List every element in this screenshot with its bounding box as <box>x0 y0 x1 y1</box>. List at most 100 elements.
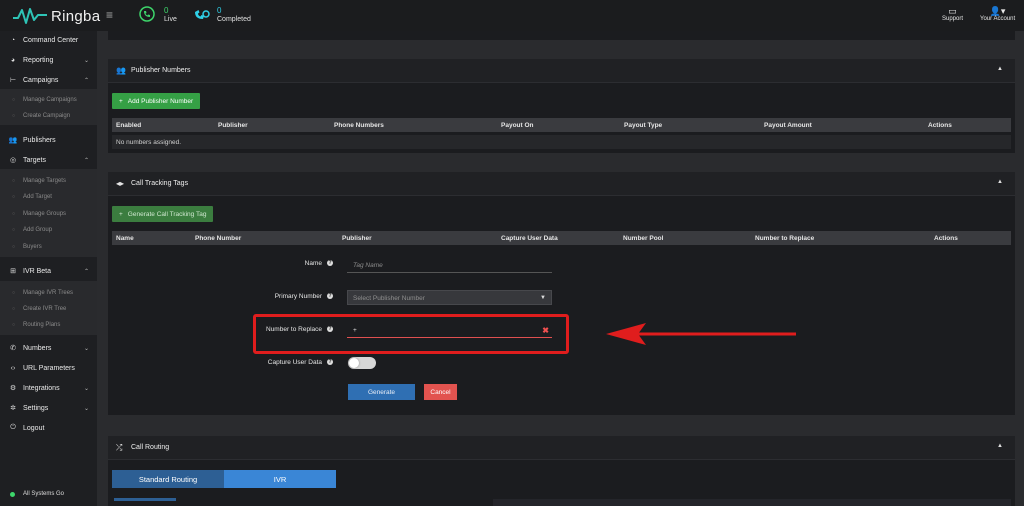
sidebar: ◔ Command Center ◕ Reporting ⌄ ⊢ Campaig… <box>0 31 97 506</box>
status-dot-icon <box>10 491 15 497</box>
menu-toggle-icon[interactable]: ≡ <box>106 8 113 22</box>
sidebar-item-label: Integrations <box>23 384 60 392</box>
tab-standard-routing[interactable]: Standard Routing <box>112 470 224 488</box>
cancel-button[interactable]: Cancel <box>424 384 457 400</box>
sidebar-item-reporting[interactable]: ◕ Reporting ⌄ <box>0 53 97 67</box>
submenu-manage-targets[interactable]: ○ Manage Targets <box>0 175 97 187</box>
clear-icon[interactable]: ✖ <box>542 326 549 335</box>
sidebar-item-ivr[interactable]: ⊞ IVR Beta ⌃ <box>0 264 97 278</box>
plus-icon: + <box>119 210 123 218</box>
account-label: Your Account <box>980 16 1016 22</box>
column-header: Name <box>116 235 134 242</box>
submenu-routing-plans[interactable]: ○ Routing Plans <box>0 319 97 331</box>
column-header: Publisher <box>218 122 248 129</box>
add-publisher-number-button[interactable]: + Add Publisher Number <box>112 93 201 109</box>
column-header: Payout On <box>501 122 534 129</box>
live-calls-counter[interactable]: 0 Live <box>139 6 177 23</box>
number-to-replace-input[interactable]: + ✖ <box>347 324 552 338</box>
submenu-manage-ivr-trees[interactable]: ○ Manage IVR Trees <box>0 287 97 299</box>
number-to-replace-label: Number to Replace? <box>266 326 333 333</box>
support-label: Support <box>942 16 964 22</box>
tag-name-input[interactable]: Tag Name <box>347 259 552 273</box>
column-header: Phone Numbers <box>334 122 384 129</box>
help-icon[interactable]: ? <box>327 293 333 300</box>
panel-header: 👥 Publisher Numbers ▲ <box>108 59 1015 83</box>
ivr-submenu: ○ Manage IVR Trees ○ Create IVR Tree ○ Rout… <box>0 281 97 335</box>
help-icon[interactable]: ? <box>327 326 333 333</box>
chevron-down-icon: ⌄ <box>83 345 89 352</box>
column-header: Number to Replace <box>755 235 815 242</box>
ringba-wave-icon <box>13 8 47 24</box>
routing-content-area <box>493 499 1011 506</box>
phone-icon: ✆ <box>10 345 16 352</box>
sidebar-item-publishers[interactable]: 👥 Publishers <box>0 133 97 147</box>
brand-name: Ringba <box>51 7 101 25</box>
chart-icon: ◕ <box>10 56 16 64</box>
ringba-logo[interactable]: Ringba <box>12 6 100 26</box>
sidebar-item-label: Numbers <box>23 344 52 352</box>
publisher-numbers-panel: 👥 Publisher Numbers ▲ + Add Publisher Nu… <box>108 59 1015 153</box>
support-icon: ▭ <box>948 6 957 16</box>
completed-label: Completed <box>217 16 251 23</box>
submenu-create-ivr-tree[interactable]: ○ Create IVR Tree <box>0 303 97 315</box>
completed-calls-counter[interactable]: 0 Completed <box>193 6 251 23</box>
sidebar-item-label: Settings <box>23 404 49 412</box>
sidebar-item-targets[interactable]: ◎ Targets ⌃ <box>0 153 97 167</box>
chevron-up-icon: ⌃ <box>83 77 89 84</box>
tab-ivr[interactable]: IVR <box>224 470 336 488</box>
support-button[interactable]: ▭ Support <box>942 6 963 22</box>
routing-content-edge <box>114 498 176 501</box>
sidebar-item-campaigns[interactable]: ⊢ Campaigns ⌃ <box>0 73 97 87</box>
collapse-icon[interactable]: ▲ <box>997 66 1003 72</box>
sidebar-item-label: Targets <box>23 156 46 164</box>
help-icon[interactable]: ? <box>327 359 333 366</box>
capture-user-data-toggle[interactable] <box>348 357 376 369</box>
targets-submenu: ○ Manage Targets ○ Add Target ○ Manage Grou… <box>0 169 97 257</box>
primary-number-label: Primary Number? <box>274 293 333 300</box>
gauge-icon: ◔ <box>10 36 16 44</box>
collapse-icon[interactable]: ▲ <box>997 179 1003 185</box>
sidebar-item-url-parameters[interactable]: ‹› URL Parameters <box>0 361 97 375</box>
panel-title: Call Routing <box>131 444 170 451</box>
generate-call-tracking-tag-button[interactable]: + Generate Call Tracking Tag <box>112 206 214 222</box>
sitemap-icon: ⊢ <box>9 77 17 84</box>
campaigns-submenu: ○ Manage Campaigns ○ Create Campaign <box>0 89 97 125</box>
column-header: Capture User Data <box>501 235 558 242</box>
submenu-buyers[interactable]: ○ Buyers <box>0 241 97 253</box>
chevron-down-icon: ⌄ <box>83 385 89 392</box>
users-icon: 👥 <box>116 66 126 75</box>
sidebar-item-label: Campaigns <box>23 76 59 84</box>
primary-number-select[interactable]: Select Publisher Number ▼ <box>347 290 552 305</box>
column-header: Number Pool <box>623 235 664 242</box>
panel-title: Publisher Numbers <box>131 67 191 74</box>
status-text: All Systems Go <box>23 491 65 497</box>
sidebar-item-logout[interactable]: ⏻ Logout <box>0 421 97 435</box>
submenu-manage-campaigns[interactable]: ○ Manage Campaigns <box>0 94 97 106</box>
target-icon: ◎ <box>9 157 17 164</box>
code-icon: ◂▸ <box>116 179 125 188</box>
account-button[interactable]: 👤▾ Your Account <box>980 6 1015 22</box>
submenu-create-campaign[interactable]: ○ Create Campaign <box>0 110 97 122</box>
chevron-up-icon: ⌃ <box>83 157 89 164</box>
sidebar-item-numbers[interactable]: ✆ Numbers ⌄ <box>0 341 97 355</box>
plus-icon: + <box>119 97 123 105</box>
sidebar-item-label: IVR Beta <box>23 267 52 275</box>
sidebar-item-label: Command Center <box>23 36 79 44</box>
submenu-add-group[interactable]: ○ Add Group <box>0 224 97 236</box>
submenu-add-target[interactable]: ○ Add Target <box>0 191 97 203</box>
top-bar: Ringba ≡ 0 Live 0 Completed ▭ Support 👤▾… <box>0 0 1024 31</box>
generate-button[interactable]: Generate <box>348 384 415 400</box>
user-icon: 👤▾ <box>989 6 1006 16</box>
column-header: Phone Number <box>195 235 242 242</box>
sidebar-item-label: Reporting <box>23 56 54 64</box>
submenu-manage-groups[interactable]: ○ Manage Groups <box>0 208 97 220</box>
toggle-knob <box>349 358 359 368</box>
shuffle-icon: ⤮ <box>116 442 123 452</box>
collapse-icon[interactable]: ▲ <box>997 443 1003 449</box>
help-icon[interactable]: ? <box>327 260 333 267</box>
sidebar-item-label: URL Parameters <box>23 364 75 372</box>
sidebar-item-command-center[interactable]: ◔ Command Center <box>0 33 97 47</box>
table-row-empty: No numbers assigned. <box>112 135 1011 149</box>
sidebar-item-settings[interactable]: ✲ Settings ⌄ <box>0 401 97 415</box>
sidebar-item-integrations[interactable]: ⚙ Integrations ⌄ <box>0 381 97 395</box>
